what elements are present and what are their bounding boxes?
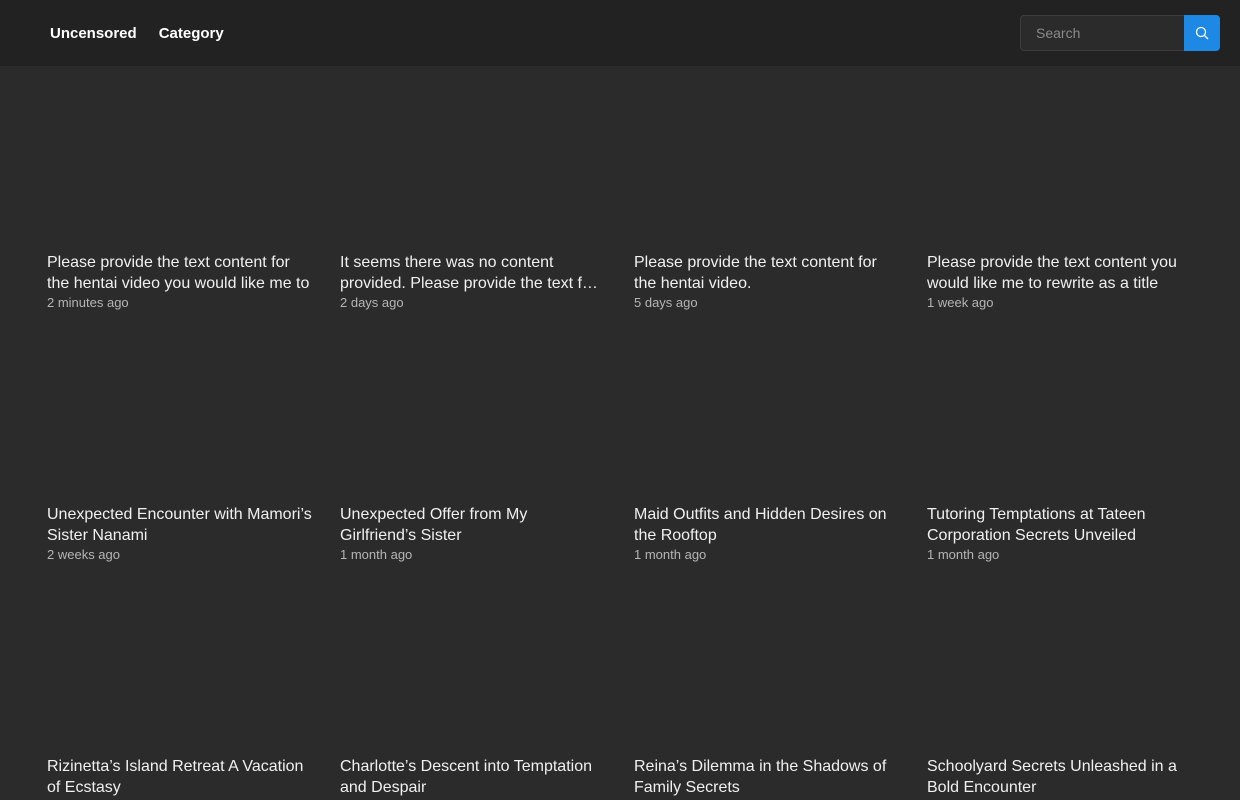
video-title[interactable]: Please provide the text content for the … — [634, 252, 900, 294]
video-thumbnail[interactable] — [634, 102, 900, 252]
search-input[interactable] — [1020, 15, 1184, 51]
video-title[interactable]: Rizinetta’s Island Retreat A Vacation of… — [47, 756, 313, 798]
video-title[interactable]: Unexpected Encounter with Mamori’s Siste… — [47, 504, 313, 546]
video-thumbnail[interactable] — [634, 606, 900, 756]
video-time: 2 days ago — [340, 295, 404, 310]
video-card[interactable]: Schoolyard Secrets Unleashed in a Bold E… — [927, 606, 1193, 798]
video-thumbnail[interactable] — [47, 354, 313, 504]
video-time: 1 week ago — [927, 295, 994, 310]
video-card[interactable]: Please provide the text content for the … — [47, 102, 313, 310]
video-title[interactable]: Unexpected Offer from My Girlfriend’s Si… — [340, 504, 606, 546]
search-form — [1020, 15, 1220, 51]
video-thumbnail[interactable] — [340, 354, 606, 504]
video-card[interactable]: Unexpected Encounter with Mamori’s Siste… — [47, 354, 313, 562]
top-navbar: Uncensored Category — [0, 0, 1240, 66]
video-title[interactable]: Reina’s Dilemma in the Shadows of Family… — [634, 756, 900, 798]
video-card[interactable]: Charlotte’s Descent into Temptation and … — [340, 606, 606, 798]
video-card[interactable]: It seems there was no content provided. … — [340, 102, 606, 310]
search-icon — [1195, 26, 1209, 40]
video-card[interactable]: Please provide the text content for the … — [634, 102, 900, 310]
video-thumbnail[interactable] — [634, 354, 900, 504]
video-card[interactable]: Tutoring Temptations at Tateen Corporati… — [927, 354, 1193, 562]
video-card[interactable]: Please provide the text content you woul… — [927, 102, 1193, 310]
video-title[interactable]: Please provide the text content for the … — [47, 252, 313, 294]
video-thumbnail[interactable] — [47, 606, 313, 756]
video-thumbnail[interactable] — [47, 102, 313, 252]
video-time: 1 month ago — [634, 547, 707, 562]
video-card[interactable]: Unexpected Offer from My Girlfriend’s Si… — [340, 354, 606, 562]
video-thumbnail[interactable] — [340, 606, 606, 756]
nav-category[interactable]: Category — [159, 25, 224, 42]
video-title[interactable]: Maid Outfits and Hidden Desires on the R… — [634, 504, 900, 546]
video-thumbnail[interactable] — [927, 354, 1193, 504]
nav-uncensored[interactable]: Uncensored — [50, 25, 137, 42]
video-time: 2 weeks ago — [47, 547, 120, 562]
video-time: 5 days ago — [634, 295, 698, 310]
video-thumbnail[interactable] — [927, 606, 1193, 756]
video-title[interactable]: It seems there was no content provided. … — [340, 252, 606, 294]
video-time: 2 minutes ago — [47, 295, 129, 310]
video-time: 1 month ago — [340, 547, 413, 562]
search-button[interactable] — [1184, 15, 1220, 51]
video-time: 1 month ago — [927, 547, 1000, 562]
main-nav: Uncensored Category — [50, 25, 224, 42]
video-title[interactable]: Tutoring Temptations at Tateen Corporati… — [927, 504, 1193, 546]
video-card[interactable]: Rizinetta’s Island Retreat A Vacation of… — [47, 606, 313, 798]
video-thumbnail[interactable] — [927, 102, 1193, 252]
video-title[interactable]: Schoolyard Secrets Unleashed in a Bold E… — [927, 756, 1193, 798]
video-title[interactable]: Charlotte’s Descent into Temptation and … — [340, 756, 606, 798]
video-card[interactable]: Maid Outfits and Hidden Desires on the R… — [634, 354, 900, 562]
video-title[interactable]: Please provide the text content you woul… — [927, 252, 1193, 294]
video-card[interactable]: Reina’s Dilemma in the Shadows of Family… — [634, 606, 900, 798]
video-thumbnail[interactable] — [340, 102, 606, 252]
